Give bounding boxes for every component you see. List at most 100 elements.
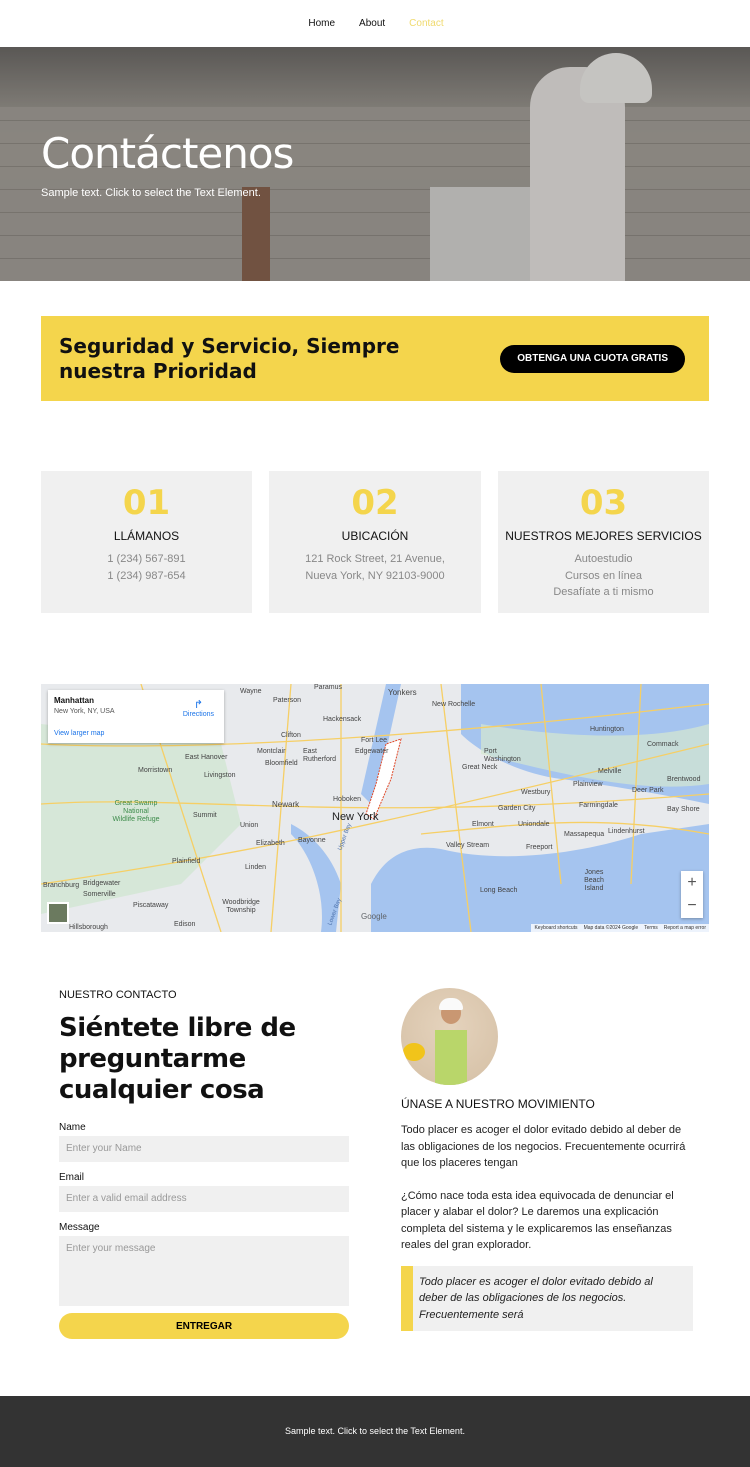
movement-paragraph: ¿Cómo nace toda esta idea equivocada de … bbox=[401, 1189, 674, 1252]
map-label: Freeport bbox=[526, 844, 553, 851]
map-label: Hackensack bbox=[323, 716, 362, 723]
map-label: Great Swamp National Wildlife Refuge bbox=[112, 800, 160, 823]
map-label: Elizabeth bbox=[256, 840, 285, 847]
map-label: Yonkers bbox=[388, 688, 417, 697]
map-label: Newark bbox=[272, 800, 300, 809]
contact-title: Siéntete libre de preguntarme cualquier … bbox=[59, 1013, 296, 1105]
map-label: East Rutherford bbox=[303, 748, 337, 763]
map-label: Paramus bbox=[314, 684, 343, 691]
card-location: 02 UBICACIÓN 121 Rock Street, 21 Avenue,… bbox=[269, 471, 481, 613]
card-line: 1 (234) 567-891 bbox=[107, 553, 186, 565]
card-title: NUESTROS MEJORES SERVICIOS bbox=[505, 529, 702, 543]
map-label: Uniondale bbox=[518, 821, 550, 828]
map-label: Plainview bbox=[573, 781, 603, 788]
card-number: 03 bbox=[579, 483, 628, 523]
map-label: New Rochelle bbox=[432, 701, 476, 708]
card-line: Desafíate a ti mismo bbox=[553, 586, 654, 598]
map-label: East Hanover bbox=[185, 754, 228, 761]
footer-text: Sample text. Click to select the Text El… bbox=[285, 1426, 465, 1436]
email-input[interactable]: Enter a valid email address bbox=[59, 1186, 349, 1212]
map-label: Huntington bbox=[590, 726, 624, 733]
nav-home[interactable]: Home bbox=[308, 18, 335, 29]
directions-button[interactable]: ↱ Directions bbox=[183, 698, 214, 718]
map-label: Plainfield bbox=[172, 858, 201, 865]
card-services: 03 NUESTROS MEJORES SERVICIOS Autoestudi… bbox=[498, 471, 709, 613]
map-label: Edison bbox=[174, 921, 196, 928]
map-label: Westbury bbox=[521, 789, 551, 796]
map-label: Hillsborough bbox=[69, 924, 108, 931]
cta-banner: Seguridad y Servicio, Siempre nuestra Pr… bbox=[41, 316, 709, 401]
top-nav: Home About Contact bbox=[0, 0, 750, 47]
map-label: Brentwood bbox=[667, 776, 701, 783]
map-label: New York bbox=[332, 811, 379, 823]
map-label: Livingston bbox=[204, 772, 236, 779]
map-label: Somerville bbox=[83, 891, 116, 898]
submit-button[interactable]: ENTREGAR bbox=[59, 1313, 349, 1339]
avatar-hat bbox=[439, 998, 463, 1010]
report-error-link[interactable]: Report a map error bbox=[664, 925, 706, 931]
map-label: Paterson bbox=[273, 697, 302, 704]
map-label: Bay Shore bbox=[667, 806, 700, 813]
movement-paragraph: Todo placer es acoger el dolor evitado d… bbox=[401, 1124, 686, 1169]
map-label: Morristown bbox=[138, 767, 173, 774]
map-label: Elmont bbox=[472, 821, 494, 828]
footer: Sample text. Click to select the Text El… bbox=[0, 1396, 750, 1467]
map-label: Lindenhurst bbox=[608, 828, 645, 835]
map-data-text: Map data ©2024 Google bbox=[583, 925, 639, 931]
zoom-controls: + − bbox=[681, 871, 703, 918]
contact-form-section: NUESTRO CONTACTO Siéntete libre de pregu… bbox=[59, 985, 349, 1339]
map-label: Farmingdale bbox=[579, 802, 618, 809]
keyboard-shortcuts-link[interactable]: Keyboard shortcuts bbox=[534, 925, 577, 931]
view-larger-map-link[interactable]: View larger map bbox=[54, 730, 104, 737]
avatar-yellow-helmet bbox=[403, 1043, 425, 1061]
google-map[interactable]: Paramus Yonkers Wayne Paterson New Roche… bbox=[41, 684, 709, 932]
satellite-toggle[interactable] bbox=[47, 902, 69, 924]
card-line: Cursos en línea bbox=[564, 569, 643, 582]
hero-title: Contáctenos bbox=[41, 129, 294, 178]
map-label: Commack bbox=[647, 741, 679, 748]
map-label: Fort Lee bbox=[361, 737, 388, 744]
avatar-vest bbox=[435, 1030, 467, 1085]
message-label: Message bbox=[59, 1222, 100, 1233]
card-line: Autoestudio bbox=[574, 553, 633, 565]
map-label: Union bbox=[240, 822, 259, 829]
terms-link[interactable]: Terms bbox=[644, 925, 658, 931]
map-label: Bloomfield bbox=[265, 760, 298, 767]
banner-title: Seguridad y Servicio, Siempre nuestra Pr… bbox=[59, 333, 400, 383]
card-line: Nueva York, NY 92103-9000 bbox=[305, 569, 445, 582]
nav-contact[interactable]: Contact bbox=[409, 18, 443, 29]
map-label: Piscataway bbox=[133, 902, 169, 909]
map-label: Hoboken bbox=[333, 796, 362, 803]
map-label: Wayne bbox=[240, 688, 262, 695]
map-label: Port Washington bbox=[484, 748, 521, 763]
card-line: 1 (234) 987-654 bbox=[107, 569, 186, 582]
map-label: Edgewater bbox=[355, 748, 389, 755]
card-call: 01 LLÁMANOS 1 (234) 567-891 1 (234) 987-6… bbox=[41, 471, 252, 613]
name-label: Name bbox=[59, 1122, 86, 1133]
map-label: Bayonne bbox=[298, 837, 326, 844]
map-label: Montclair bbox=[257, 748, 286, 755]
zoom-in-button[interactable]: + bbox=[681, 871, 703, 894]
map-label: Woodbridge Township bbox=[222, 899, 260, 914]
email-label: Email bbox=[59, 1172, 85, 1183]
free-quote-button[interactable]: OBTENGA UNA CUOTA GRATIS bbox=[500, 344, 685, 373]
map-label: Clifton bbox=[281, 732, 301, 739]
worker-avatar-image bbox=[401, 988, 498, 1085]
movement-title: ÚNASE A NUESTRO MOVIMIENTO bbox=[401, 1097, 595, 1111]
map-label: Melville bbox=[598, 768, 622, 775]
map-label: Linden bbox=[245, 864, 267, 871]
directions-label: Directions bbox=[182, 711, 214, 718]
zoom-out-button[interactable]: − bbox=[681, 894, 703, 917]
name-input[interactable]: Enter your Name bbox=[59, 1136, 349, 1162]
map-label: Massapequa bbox=[564, 831, 605, 838]
card-number: 01 bbox=[122, 483, 171, 523]
hero: Contáctenos Sample text. Click to select… bbox=[0, 47, 750, 281]
section-kicker: NUESTRO CONTACTO bbox=[59, 989, 177, 1001]
nav-about[interactable]: About bbox=[359, 18, 385, 29]
map-label: Valley Stream bbox=[446, 842, 490, 849]
message-textarea[interactable]: Enter your message bbox=[59, 1236, 349, 1306]
card-title: UBICACIÓN bbox=[341, 529, 409, 543]
place-info-card: Manhattan New York, NY, USA View larger … bbox=[48, 690, 224, 743]
card-title: LLÁMANOS bbox=[113, 529, 180, 543]
blockquote: Todo placer es acoger el dolor evitado d… bbox=[401, 1265, 693, 1331]
